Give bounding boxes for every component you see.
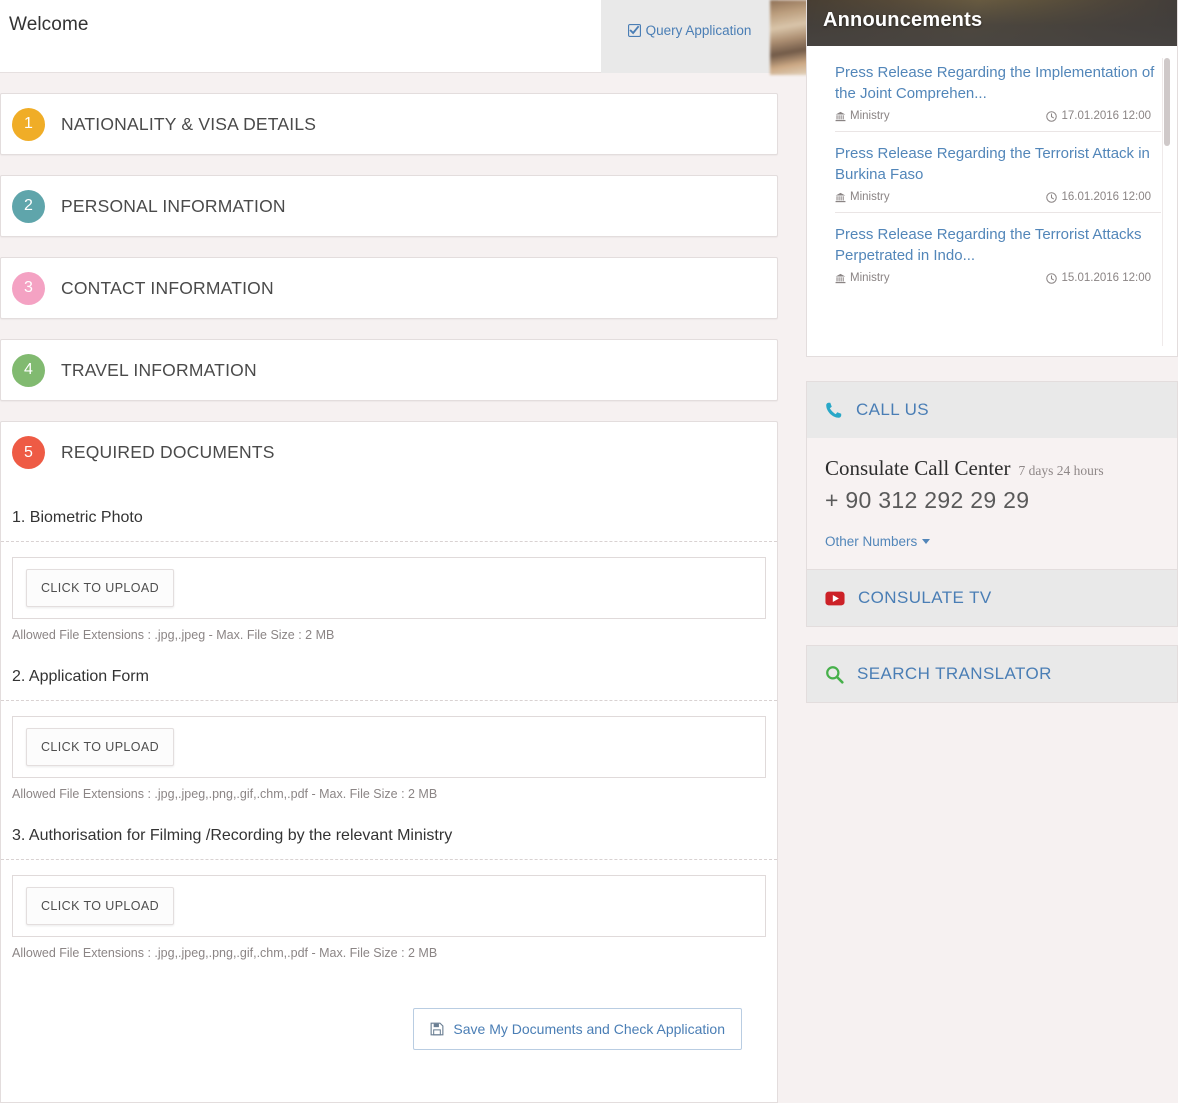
sidebar-item-personal-information[interactable]: 2 PERSONAL INFORMATION [0,175,778,237]
main-content-column: Welcome Query Application 1 NATIONALITY … [0,0,778,1103]
announcement-item[interactable]: Press Release Regarding the Implementati… [835,60,1161,131]
phone-icon [825,401,843,419]
announcement-date: 15.01.2016 12:00 [1061,272,1151,284]
upload-button-3[interactable]: CLICK TO UPLOAD [26,887,175,925]
sidebar-item-required-documents[interactable]: 5 REQUIRED DOCUMENTS [0,421,778,483]
bank-institution-icon [835,111,846,122]
welcome-bar: Welcome Query Application [0,0,778,73]
required-documents-body: 1. Biometric Photo CLICK TO UPLOAD Allow… [0,483,778,1103]
announcements-list: Press Release Regarding the Implementati… [807,46,1177,356]
step-badge-5: 5 [12,436,45,469]
sidebar-item-nationality-visa-details[interactable]: 1 NATIONALITY & VISA DETAILS [0,93,778,155]
bank-institution-icon [835,192,846,203]
step-badge-1: 1 [12,107,45,141]
announcements-header: Announcements [807,0,1177,46]
application-page: Welcome Query Application 1 NATIONALITY … [0,0,1178,1103]
announcement-date: 16.01.2016 12:00 [1061,191,1151,203]
announcements-panel: Announcements Press Release Regarding th… [806,0,1178,357]
announcements-scrollbar-thumb[interactable] [1164,58,1170,146]
announcement-source: Ministry [850,272,890,284]
announcement-title[interactable]: Press Release Regarding the Terrorist At… [835,143,1161,185]
call-us-body: Consulate Call Center 7 days 24 hours + … [807,438,1177,571]
search-icon [825,665,844,684]
step-badge-4: 4 [12,353,45,387]
step-label-2: PERSONAL INFORMATION [61,195,286,216]
announcement-meta: Ministry 15.01.2016 12:00 [835,266,1161,284]
save-button-row: Save My Documents and Check Application [12,960,766,1050]
upload-dropzone-3[interactable]: CLICK TO UPLOAD [12,875,766,937]
announcement-source: Ministry [850,110,890,122]
announcement-item[interactable]: Press Release Regarding the Terrorist At… [835,212,1161,293]
step-label-4: TRAVEL INFORMATION [61,359,257,380]
announcement-title[interactable]: Press Release Regarding the Implementati… [835,62,1161,104]
announcement-meta: Ministry 17.01.2016 12:00 [835,104,1161,122]
call-center-hours: 7 days 24 hours [1018,463,1104,478]
floppy-save-icon [430,1022,444,1036]
step-label-1: NATIONALITY & VISA DETAILS [61,113,317,134]
clock-icon [1046,191,1058,203]
chevron-down-icon [922,539,931,544]
announcement-meta: Ministry 16.01.2016 12:00 [835,185,1161,203]
bank-institution-icon [835,273,846,284]
other-numbers-toggle[interactable]: Other Numbers [825,514,931,549]
checkbox-checked-icon [627,24,641,37]
document-block-2: 2. Application Form CLICK TO UPLOAD Allo… [1,642,777,801]
consulate-tv-panel[interactable]: CONSULATE TV [806,569,1178,627]
consulate-tv-header[interactable]: CONSULATE TV [807,570,1177,626]
upload-button-1[interactable]: CLICK TO UPLOAD [26,569,175,607]
consulate-tv-label: CONSULATE TV [858,588,992,607]
sidebar-item-contact-information[interactable]: 3 CONTACT INFORMATION [0,257,778,319]
document-divider-3 [1,859,777,860]
announcement-date: 17.01.2016 12:00 [1061,110,1151,122]
background-building-photo [770,0,810,75]
right-sidebar: Announcements Press Release Regarding th… [770,0,1178,1103]
call-us-header[interactable]: CALL US [807,382,1177,438]
announcement-source: Ministry [850,191,890,203]
query-application-tab[interactable]: Query Application [601,0,778,73]
step-label-3: CONTACT INFORMATION [61,277,274,298]
call-us-panel: CALL US Consulate Call Center 7 days 24 … [806,381,1178,572]
upload-dropzone-1[interactable]: CLICK TO UPLOAD [12,557,766,619]
search-translator-header[interactable]: SEARCH TRANSLATOR [807,646,1177,702]
document-block-3: 3. Authorisation for Filming /Recording … [1,801,777,960]
call-us-label: CALL US [856,400,930,419]
announcements-scrollbar[interactable] [1162,58,1170,346]
sidebar-item-travel-information[interactable]: 4 TRAVEL INFORMATION [0,339,778,401]
announcement-title[interactable]: Press Release Regarding the Terrorist At… [835,224,1161,266]
step-badge-2: 2 [12,189,45,223]
call-center-name: Consulate Call Center [825,456,1011,480]
query-application-label: Query Application [645,23,752,38]
other-numbers-label: Other Numbers [825,534,918,549]
allowed-extensions-1: Allowed File Extensions : .jpg,.jpeg - M… [12,628,335,642]
document-divider-1 [1,541,777,542]
search-translator-panel[interactable]: SEARCH TRANSLATOR [806,645,1178,703]
application-steps-accordion: 1 NATIONALITY & VISA DETAILS 2 PERSONAL … [0,73,778,1103]
document-title-2: 2. Application Form [12,668,149,685]
clock-icon [1046,110,1058,122]
document-title-1: 1. Biometric Photo [12,509,143,526]
announcement-item[interactable]: Press Release Regarding the Terrorist At… [835,131,1161,212]
youtube-play-icon [825,591,845,606]
save-documents-button[interactable]: Save My Documents and Check Application [413,1008,742,1050]
allowed-extensions-2: Allowed File Extensions : .jpg,.jpeg,.pn… [12,787,438,801]
document-block-1: 1. Biometric Photo CLICK TO UPLOAD Allow… [1,483,777,642]
step-badge-3: 3 [12,271,45,305]
call-center-phone: + 90 312 292 29 29 [825,487,1030,513]
save-documents-label: Save My Documents and Check Application [453,1021,725,1037]
upload-dropzone-2[interactable]: CLICK TO UPLOAD [12,716,766,778]
search-translator-label: SEARCH TRANSLATOR [857,664,1052,683]
clock-icon [1046,272,1058,284]
document-title-3: 3. Authorisation for Filming /Recording … [12,827,453,844]
document-divider-2 [1,700,777,701]
announcements-title: Announcements [823,9,983,31]
upload-button-2[interactable]: CLICK TO UPLOAD [26,728,175,766]
step-label-5: REQUIRED DOCUMENTS [61,442,275,462]
page-title: Welcome [9,14,89,35]
allowed-extensions-3: Allowed File Extensions : .jpg,.jpeg,.pn… [12,946,438,960]
